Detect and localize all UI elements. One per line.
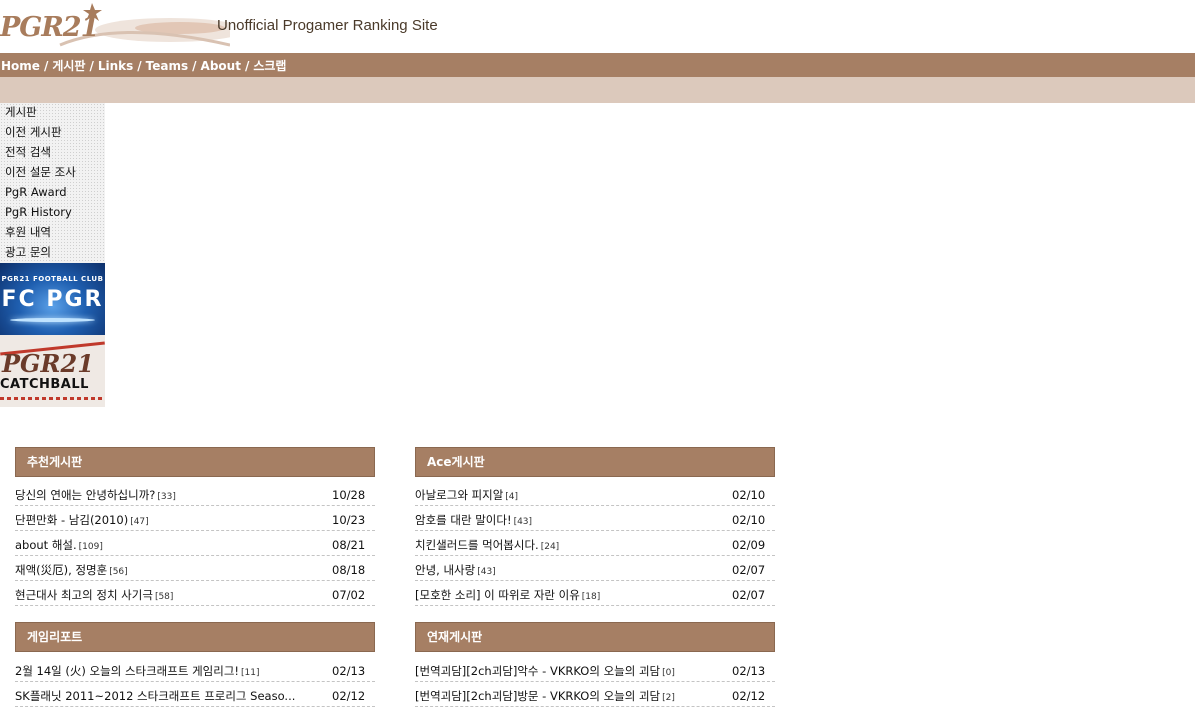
comment-count: [56] [109, 567, 128, 577]
comment-count: [4] [505, 492, 519, 502]
post-title: 안녕, 내사랑 [43] [415, 563, 496, 577]
post-date: 08/18 [332, 563, 366, 577]
list-item[interactable]: 단편만화 - 남김(2010) [47] 10/23 [15, 506, 375, 531]
post-date: 10/28 [332, 488, 366, 502]
post-date: 10/23 [332, 513, 366, 527]
post-title: 단편만화 - 남김(2010) [47] [15, 513, 149, 527]
board-recommended: 추천게시판 당신의 연애는 안녕하십니까? [33] 10/28 단편만화 - 남김… [15, 447, 375, 606]
post-date: 02/10 [732, 488, 766, 502]
sidebar-item-old-board[interactable]: 이전 게시판 [0, 123, 105, 143]
post-date: 02/13 [732, 664, 766, 678]
main-nav: Home / 게시판 / Links / Teams / About / 스크랩 [0, 53, 1195, 77]
sidebar-item-pgr-award[interactable]: PgR Award [0, 183, 105, 203]
comment-count: [24] [540, 542, 560, 552]
nav-home[interactable]: Home [1, 59, 40, 73]
list-item[interactable]: [모호한 소리] 이 따위로 자란 이유 [18] 02/07 [415, 581, 775, 606]
sidebar-item-donations[interactable]: 후원 내역 [0, 223, 105, 243]
board-game-report: 게임리포트 2월 14일 (火) 오늘의 스타크래프트 게임리그! [11] 02/… [15, 622, 375, 707]
post-title: [번역괴담][2ch괴담]악수 - VKRKO의 오늘의 괴담 [0] [415, 664, 675, 678]
sidebar-item-ad-inquiry[interactable]: 광고 문의 [0, 243, 105, 263]
comment-count: [58] [154, 592, 174, 602]
comment-count: [43] [477, 567, 496, 577]
list-item[interactable]: 아날로그와 피지알 [4] 02/10 [415, 481, 775, 506]
nav-scrap[interactable]: 스크랩 [253, 59, 286, 73]
comment-count: [2] [662, 693, 675, 703]
nav-board[interactable]: 게시판 [52, 59, 85, 73]
sidebar-item-pgr-history[interactable]: PgR History [0, 203, 105, 223]
catchball-banner[interactable]: PGR21 CATCHBALL [0, 335, 105, 407]
list-item[interactable]: SK플래닛 2011~2012 스타크래프트 프로리그 Seaso... 02/1… [15, 682, 375, 707]
baseball-stitch-bottom [0, 397, 105, 400]
post-title: 재액(災厄), 정명훈 [56] [15, 563, 128, 577]
sidebar-item-record-search[interactable]: 전적 검색 [0, 143, 105, 163]
fc-pgr-banner-subtitle: PGR21 FOOTBALL CLUB [1, 275, 104, 283]
list-item[interactable]: 현근대사 최고의 정치 사기극 [58] 07/02 [15, 581, 375, 606]
fc-pgr-banner[interactable]: PGR21 FOOTBALL CLUB FC PGR [0, 263, 105, 335]
post-date: 02/09 [732, 538, 766, 552]
nav-teams[interactable]: Teams [146, 59, 188, 73]
fc-pgr-banner-title: FC PGR [1, 287, 104, 312]
stadium-light-glow [10, 318, 95, 322]
site-header: PGR21 Unofficial Progamer Ranking Site [0, 0, 1195, 53]
comment-count: [0] [662, 668, 675, 678]
post-date: 02/07 [732, 588, 766, 602]
post-title: [번역괴담][2ch괴담]방문 - VKRKO의 오늘의 괴담 [2] [415, 689, 675, 703]
sub-bar [0, 77, 1195, 103]
post-title: 아날로그와 피지알 [4] [415, 488, 519, 502]
post-date: 02/13 [332, 664, 366, 678]
comment-count: [18] [581, 592, 601, 602]
board-title[interactable]: 추천게시판 [15, 447, 375, 477]
list-item[interactable]: [번역괴담][2ch괴담]방문 - VKRKO의 오늘의 괴담 [2] 02/12 [415, 682, 775, 707]
sidebar-item-board[interactable]: 게시판 [0, 103, 105, 123]
list-item[interactable]: about 해설. [109] 08/21 [15, 531, 375, 556]
board-title[interactable]: 게임리포트 [15, 622, 375, 652]
board-ace: Ace게시판 아날로그와 피지알 [4] 02/10 암호를 대란 말이다! [43]… [415, 447, 775, 606]
list-item[interactable]: 치킨샐러드를 먹어봅시다. [24] 02/09 [415, 531, 775, 556]
side-menu: 게시판 이전 게시판 전적 검색 이전 설문 조사 PgR Award PgR … [0, 103, 105, 263]
post-date: 02/12 [332, 689, 366, 703]
post-title: about 해설. [109] [15, 538, 103, 552]
comment-count: [47] [130, 517, 149, 527]
post-title: 치킨샐러드를 먹어봅시다. [24] [415, 538, 560, 552]
comment-count: [43] [513, 517, 533, 527]
nav-separator: / [137, 59, 142, 73]
nav-separator: / [43, 59, 49, 73]
comment-count: [33] [157, 492, 176, 502]
nav-separator: / [89, 59, 94, 73]
post-date: 02/10 [732, 513, 766, 527]
list-item[interactable]: 2월 14일 (火) 오늘의 스타크래프트 게임리그! [11] 02/13 [15, 657, 375, 682]
site-tagline: Unofficial Progamer Ranking Site [217, 17, 438, 34]
list-item[interactable]: 재액(災厄), 정명훈 [56] 08/18 [15, 556, 375, 581]
comment-count: [11] [241, 668, 260, 678]
list-item[interactable]: 암호를 대란 말이다! [43] 02/10 [415, 506, 775, 531]
board-serial: 연재게시판 [번역괴담][2ch괴담]악수 - VKRKO의 오늘의 괴담 [0]… [415, 622, 775, 707]
catchball-banner-logo: PGR21 [2, 349, 94, 378]
post-title: 암호를 대란 말이다! [43] [415, 513, 533, 527]
post-date: 02/12 [732, 689, 766, 703]
catchball-banner-title: CATCHBALL [0, 377, 89, 392]
post-title: [모호한 소리] 이 따위로 자란 이유 [18] [415, 588, 601, 602]
post-date: 07/02 [332, 588, 366, 602]
post-title: 2월 14일 (火) 오늘의 스타크래프트 게임리그! [11] [15, 664, 260, 678]
list-item[interactable]: 안녕, 내사랑 [43] 02/07 [415, 556, 775, 581]
comment-count: [109] [78, 542, 103, 552]
nav-separator: / [192, 59, 197, 73]
nav-separator: / [244, 59, 250, 73]
nav-about[interactable]: About [201, 59, 241, 73]
board-title[interactable]: 연재게시판 [415, 622, 775, 652]
sidebar-item-old-survey[interactable]: 이전 설문 조사 [0, 163, 105, 183]
post-title: 당신의 연애는 안녕하십니까? [33] [15, 488, 176, 502]
post-title: SK플래닛 2011~2012 스타크래프트 프로리그 Seaso... [15, 689, 296, 703]
post-date: 02/07 [732, 563, 766, 577]
list-item[interactable]: 당신의 연애는 안녕하십니까? [33] 10/28 [15, 481, 375, 506]
post-date: 08/21 [332, 538, 366, 552]
nav-links[interactable]: Links [98, 59, 133, 73]
site-logo[interactable]: PGR21 [0, 12, 99, 43]
post-title: 현근대사 최고의 정치 사기극 [58] [15, 588, 174, 602]
board-title[interactable]: Ace게시판 [415, 447, 775, 477]
list-item[interactable]: [번역괴담][2ch괴담]악수 - VKRKO의 오늘의 괴담 [0] 02/13 [415, 657, 775, 682]
